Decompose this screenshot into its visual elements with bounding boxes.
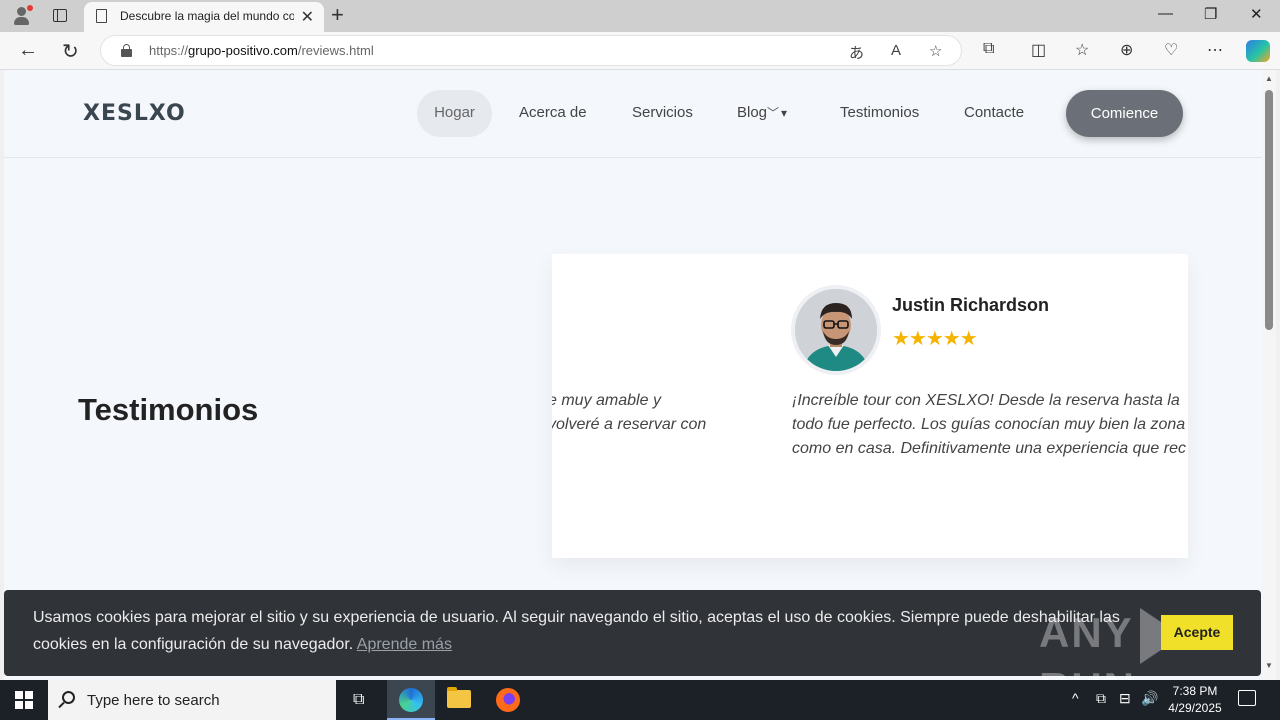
cookie-message-line: cookies en la configuración de su navega… xyxy=(33,636,452,653)
edge-icon xyxy=(399,688,423,712)
reload-button[interactable]: ↻ xyxy=(62,39,79,64)
url-text[interactable]: https://grupo-positivo.com/reviews.html xyxy=(149,43,374,58)
new-tab-button[interactable]: + xyxy=(331,2,344,28)
nav-item-contacte[interactable]: Contacte xyxy=(964,104,1024,121)
network-icon[interactable]: ⊟ xyxy=(1119,690,1131,707)
tab-actions-icon[interactable] xyxy=(51,6,71,26)
performance-icon[interactable]: ♡ xyxy=(1164,40,1178,60)
tab-bar: Descubre la magia del mundo co ✕ + — ❐ ✕ xyxy=(0,0,1280,32)
extensions-icon[interactable]: ⧉ xyxy=(983,40,994,58)
file-explorer-button[interactable] xyxy=(435,680,483,720)
nav-item-blog[interactable]: Blog﹀ ▾ xyxy=(737,104,787,121)
testimonial-carousel[interactable]: e muy amable y volveré a reservar con Ju… xyxy=(552,254,1188,558)
page-icon xyxy=(96,9,107,23)
scroll-up-icon[interactable]: ▲ xyxy=(1265,74,1273,83)
site-logo[interactable]: XESLXO xyxy=(83,101,186,126)
reviewer-name: Justin Richardson xyxy=(892,295,1050,315)
windows-taskbar: Type here to search ⧉ ^ ⧉ ⊟ 🔊 7:38 PM 4/… xyxy=(0,680,1280,720)
search-placeholder: Type here to search xyxy=(87,692,220,709)
firefox-taskbar-button[interactable] xyxy=(484,680,532,720)
task-view-icon: ⧉ xyxy=(353,691,365,708)
copilot-icon[interactable] xyxy=(1246,40,1270,62)
minimize-button[interactable]: — xyxy=(1158,5,1173,22)
favorite-star-icon[interactable]: ☆ xyxy=(929,42,942,60)
review-text-line: como en casa. Definitivamente una experi… xyxy=(792,440,1186,457)
nav-item-servicios[interactable]: Servicios xyxy=(632,104,693,121)
clock-time: 7:38 PM xyxy=(1172,684,1218,698)
read-aloud-icon[interactable]: A xyxy=(891,42,901,59)
review-text-line: todo fue perfecto. Los guías conocían mu… xyxy=(792,416,1188,433)
windows-start-icon[interactable] xyxy=(15,691,33,709)
browser-tab[interactable]: Descubre la magia del mundo co ✕ xyxy=(84,2,324,32)
star-rating: ★★★★★ xyxy=(892,328,978,350)
taskbar-clock[interactable]: 7:38 PM 4/29/2025 xyxy=(1160,683,1230,717)
site-header: XESLXO Hogar Acerca de Servicios Blog﹀ ▾ … xyxy=(4,70,1262,158)
caret-down-icon: ▾ xyxy=(781,106,788,120)
firefox-icon xyxy=(496,688,520,712)
split-screen-icon[interactable]: ◫ xyxy=(1031,40,1046,60)
scroll-down-icon[interactable]: ▼ xyxy=(1265,661,1273,670)
nav-item-acerca[interactable]: Acerca de xyxy=(519,104,587,121)
folder-icon xyxy=(447,687,471,708)
more-menu-icon[interactable]: ⋯ xyxy=(1207,40,1223,60)
profile-icon[interactable] xyxy=(12,5,33,26)
scrollbar-thumb[interactable] xyxy=(1265,90,1273,330)
device-icon[interactable]: ⧉ xyxy=(1096,690,1106,707)
page-viewport: XESLXO Hogar Acerca de Servicios Blog﹀ ▾ … xyxy=(4,70,1262,680)
close-window-button[interactable]: ✕ xyxy=(1250,5,1263,23)
collections-icon[interactable]: ⊕ xyxy=(1120,40,1133,60)
review-text-line: ¡Increíble tour con XESLXO! Desde la res… xyxy=(792,392,1180,409)
translate-icon[interactable]: あ xyxy=(849,42,864,63)
search-icon xyxy=(62,691,75,704)
taskbar-search[interactable]: Type here to search xyxy=(48,680,336,720)
accept-cookies-button[interactable]: Acepte xyxy=(1161,615,1233,650)
section-title: Testimonios xyxy=(78,392,259,427)
clock-date: 4/29/2025 xyxy=(1168,701,1222,715)
reviewer-avatar xyxy=(791,285,881,375)
favorites-icon[interactable]: ☆ xyxy=(1075,40,1089,60)
address-bar[interactable]: https://grupo-positivo.com/reviews.html … xyxy=(100,35,962,66)
tab-title: Descubre la magia del mundo co xyxy=(120,9,294,23)
edge-taskbar-button[interactable] xyxy=(387,680,435,720)
restore-button[interactable]: ❐ xyxy=(1204,5,1217,23)
tab-close-icon[interactable]: ✕ xyxy=(301,7,314,27)
cookie-message-line: Usamos cookies para mejorar el sitio y s… xyxy=(33,609,1120,626)
cookie-banner: Usamos cookies para mejorar el sitio y s… xyxy=(4,590,1261,711)
browser-toolbar: ← ↻ https://grupo-positivo.com/reviews.h… xyxy=(0,32,1280,70)
page-scrollbar[interactable]: ▲ ▼ xyxy=(1262,70,1276,680)
learn-more-link[interactable]: Aprende más xyxy=(357,636,452,653)
get-started-button[interactable]: Comience xyxy=(1066,90,1183,137)
task-view-button[interactable]: ⧉ xyxy=(338,680,386,720)
previous-review-line: volveré a reservar con xyxy=(552,416,707,433)
nav-item-testimonios[interactable]: Testimonios xyxy=(840,104,919,121)
lock-icon[interactable] xyxy=(121,44,132,57)
back-button[interactable]: ← xyxy=(18,39,38,62)
volume-icon[interactable]: 🔊 xyxy=(1141,690,1158,707)
show-hidden-icons[interactable]: ^ xyxy=(1072,690,1079,706)
notification-icon[interactable] xyxy=(1238,690,1256,706)
previous-review-line: e muy amable y xyxy=(552,392,661,409)
chevron-down-icon: ﹀ xyxy=(767,106,780,120)
nav-item-hogar[interactable]: Hogar xyxy=(417,90,492,137)
